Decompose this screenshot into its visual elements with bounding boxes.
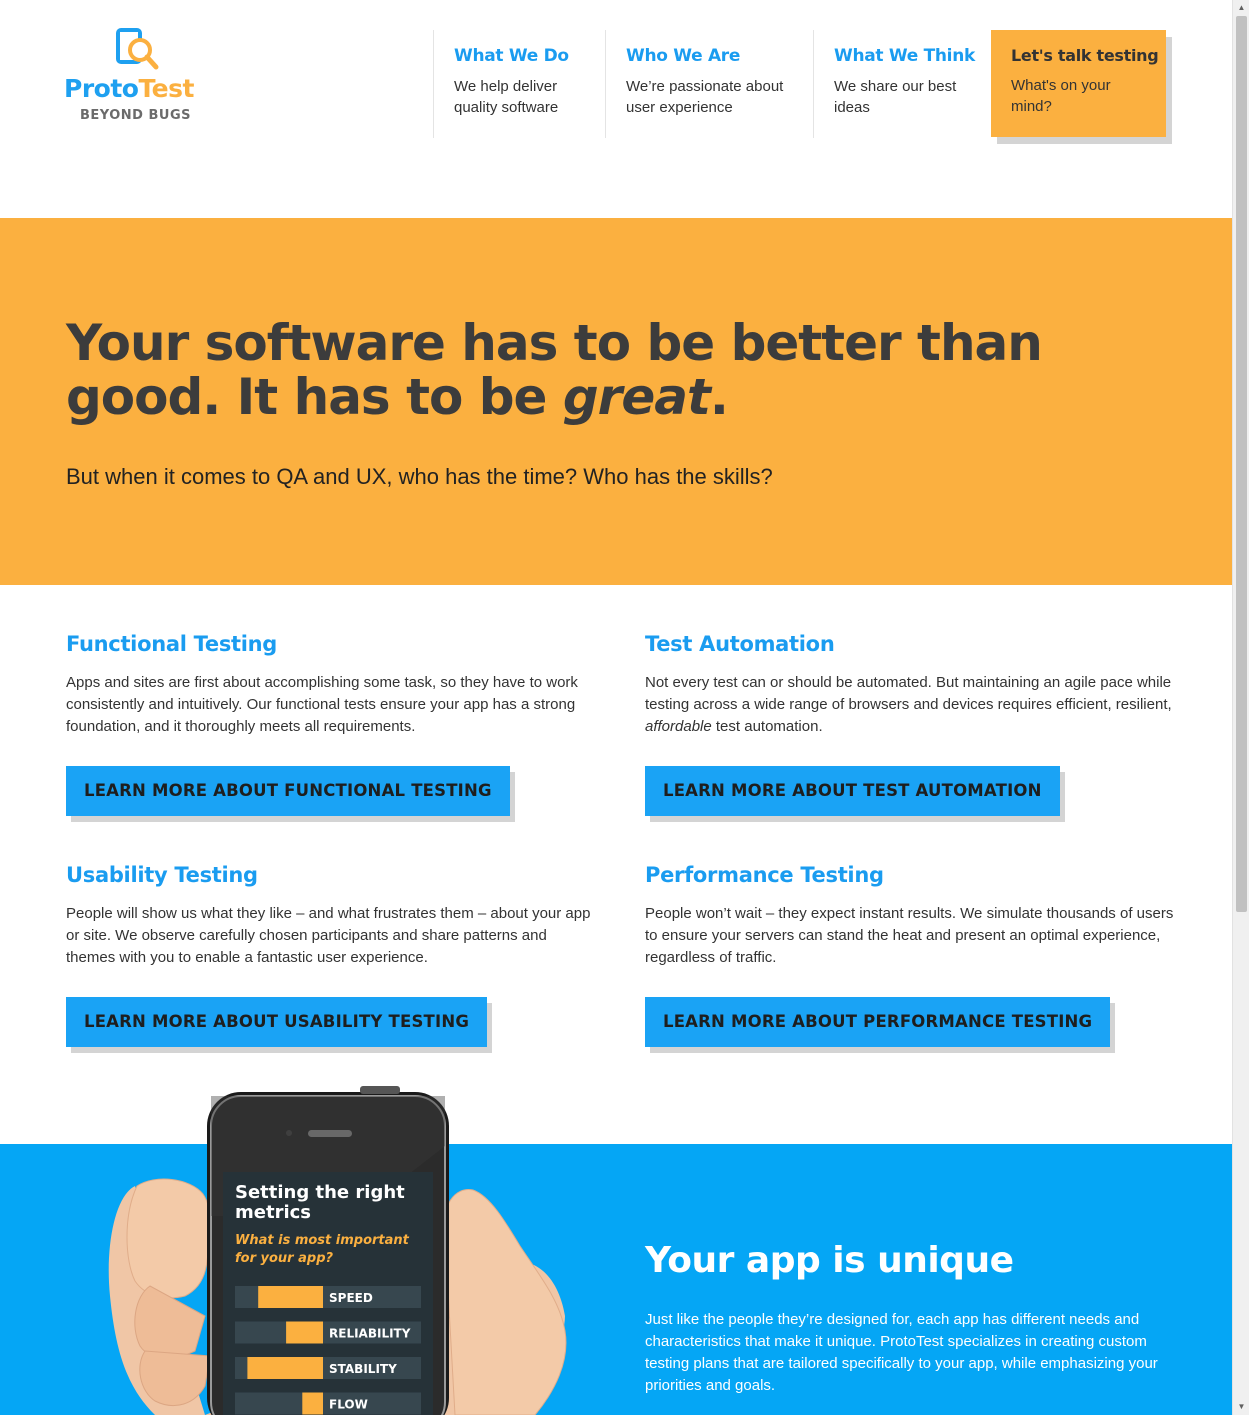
logo-tagline: BEYOND BUGS — [80, 108, 191, 123]
nav-who-we-are[interactable]: Who We Are We’re passionate about user e… — [605, 30, 813, 138]
cta-title[interactable]: Let's talk testing — [1011, 46, 1159, 65]
logo-test: Test — [138, 74, 194, 103]
nav-desc: We help deliver quality software — [454, 78, 559, 116]
service-desc: People will show us what they like – and… — [66, 905, 591, 966]
logo[interactable]: ProtoTest BEYOND BUGS — [64, 28, 214, 128]
nav-title[interactable]: What We Think — [834, 46, 975, 66]
magnifier-logo-icon — [116, 28, 159, 70]
nav-desc: We share our best ideas — [834, 78, 957, 116]
hero-headline-emphasis: great — [562, 368, 711, 426]
screen-subtitle-line1: What is most important — [235, 1233, 410, 1248]
metric-row — [235, 1392, 421, 1415]
scroll-down-icon[interactable]: ▼ — [1233, 1399, 1249, 1415]
hero-section: Your software has to be better than good… — [0, 218, 1232, 585]
vertical-scrollbar[interactable]: ▲ ▼ — [1232, 0, 1249, 1415]
metric-label: RELIABILITY — [329, 1327, 411, 1341]
phone-illustration: Setting the right metrics What is most i… — [108, 1086, 567, 1415]
hero-headline-end: . — [709, 368, 729, 426]
scroll-thumb[interactable] — [1236, 16, 1247, 912]
metric-bar — [286, 1321, 323, 1344]
metric-bar — [258, 1286, 323, 1308]
logo-proto: Proto — [64, 74, 139, 103]
screen-subtitle-line2: for your app? — [235, 1251, 334, 1266]
learn-more-functional-button[interactable]: LEARN MORE ABOUT FUNCTIONAL TESTING — [66, 766, 510, 816]
service-desc-emphasis: affordable — [645, 718, 712, 735]
unique-desc: Just like the people they’re designed fo… — [645, 1311, 1158, 1394]
nav-desc: We’re passionate about user experience — [626, 78, 784, 116]
site-header: ProtoTest BEYOND BUGS What We Do We help… — [0, 0, 1232, 218]
nav-what-we-do[interactable]: What We Do We help deliver quality softw… — [433, 30, 605, 138]
page: ProtoTest BEYOND BUGS What We Do We help… — [0, 0, 1232, 1415]
metric-label: STABILITY — [329, 1362, 397, 1376]
service-title[interactable]: Functional Testing — [66, 632, 596, 656]
scroll-up-icon[interactable]: ▲ — [1233, 0, 1249, 16]
service-usability-testing: Usability Testing People will show us wh… — [66, 863, 596, 969]
screen-title-line1: Setting the right — [235, 1182, 405, 1203]
screen-title-line2: metrics — [235, 1202, 311, 1223]
metric-bar — [302, 1392, 323, 1415]
service-title[interactable]: Test Automation — [645, 632, 1175, 656]
learn-more-usability-button[interactable]: LEARN MORE ABOUT USABILITY TESTING — [66, 997, 488, 1047]
unique-title: Your app is unique — [645, 1240, 1014, 1281]
service-performance-testing: Performance Testing People won’t wait – … — [645, 863, 1175, 969]
hero-headline: Your software has to be better than good… — [66, 316, 1146, 424]
service-functional-testing: Functional Testing Apps and sites are fi… — [66, 632, 596, 738]
service-desc-pre: Not every test can or should be automate… — [645, 674, 1172, 713]
learn-more-performance-button[interactable]: LEARN MORE ABOUT PERFORMANCE TESTING — [645, 997, 1111, 1047]
service-desc: People won’t wait – they expect instant … — [645, 905, 1174, 966]
hero-subtitle: But when it comes to QA and UX, who has … — [66, 464, 773, 489]
hero-headline-main: Your software has to be better than good… — [66, 314, 1043, 426]
nav-title[interactable]: What We Do — [454, 46, 585, 66]
service-title[interactable]: Performance Testing — [645, 863, 1175, 887]
learn-more-automation-button[interactable]: LEARN MORE ABOUT TEST AUTOMATION — [645, 766, 1060, 816]
service-title[interactable]: Usability Testing — [66, 863, 596, 887]
service-test-automation: Test Automation Not every test can or sh… — [645, 632, 1175, 738]
nav-what-we-think[interactable]: What We Think We share our best ideas — [813, 30, 988, 138]
nav-title[interactable]: Who We Are — [626, 46, 793, 66]
cta-desc: What's on your mind? — [1011, 77, 1111, 115]
nav-lets-talk-testing[interactable]: Let's talk testing What's on your mind? — [991, 30, 1166, 137]
service-desc: Not every test can or should be automate… — [645, 672, 1175, 738]
logo-wordmark: ProtoTest — [64, 74, 194, 103]
metric-label: SPEED — [329, 1291, 373, 1305]
metric-label: FLOW — [329, 1398, 368, 1412]
metric-bar — [247, 1357, 323, 1379]
service-desc-post: test automation. — [711, 718, 823, 735]
service-desc: Apps and sites are first about accomplis… — [66, 674, 578, 735]
